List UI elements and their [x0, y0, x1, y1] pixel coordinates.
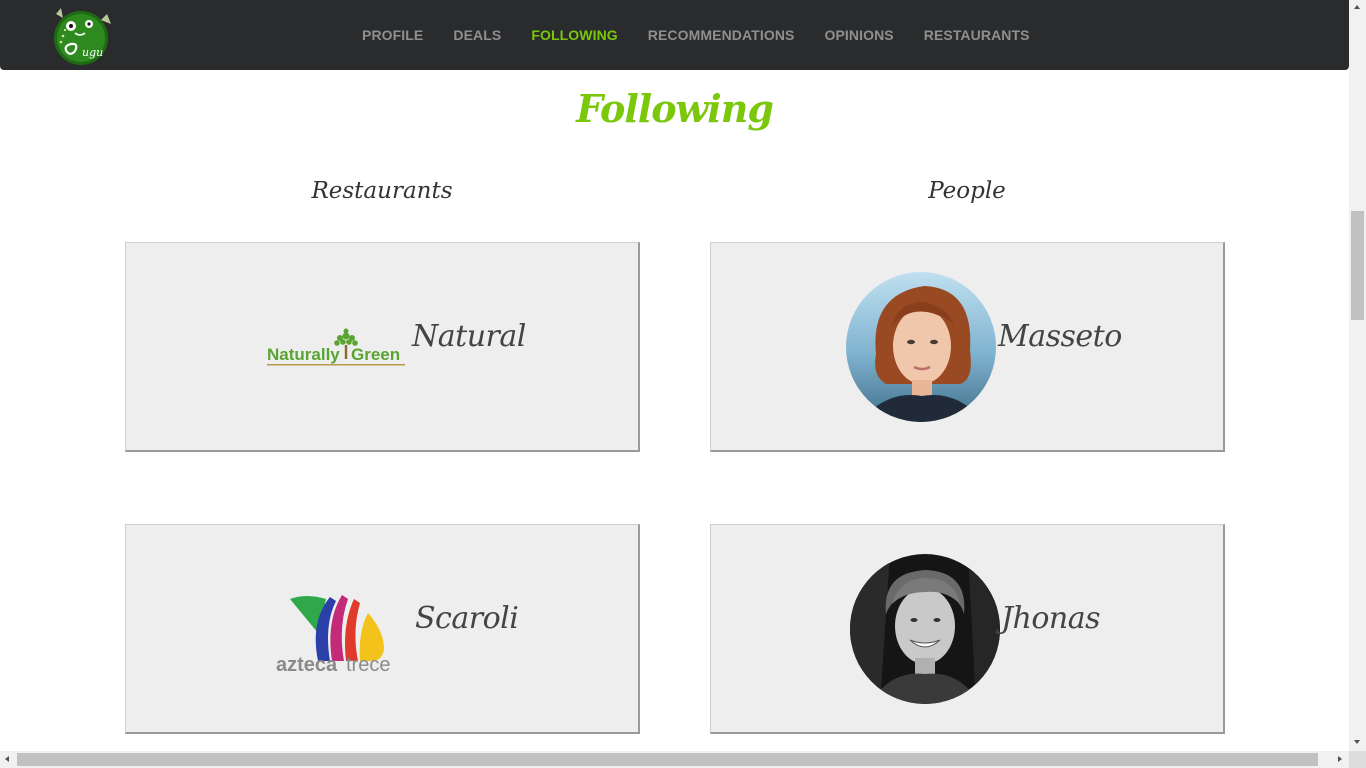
nav-deals[interactable]: DEALS	[438, 27, 516, 43]
azteca-trece-logo: azteca trece	[276, 595, 390, 676]
restaurant-card-natural[interactable]: Naturally Green Natural	[125, 242, 640, 452]
restaurant-name: Natural	[412, 319, 526, 354]
person-card-jhonas[interactable]: Jhonas	[710, 524, 1225, 734]
nav-restaurants[interactable]: RESTAURANTS	[909, 27, 1045, 43]
page-viewport: ugu PROFILE DEALS FOLLOWING RECOMMENDATI…	[0, 0, 1349, 751]
scroll-down-icon[interactable]	[1354, 740, 1360, 744]
naturally-green-logo: Naturally Green	[267, 328, 405, 366]
monster-mascot-logo[interactable]: ugu	[49, 6, 113, 66]
svg-text:Naturally: Naturally	[267, 345, 340, 364]
nav-opinions[interactable]: OPINIONS	[809, 27, 908, 43]
person-card-masseto[interactable]: Masseto	[710, 242, 1225, 452]
horizontal-scrollbar[interactable]	[0, 751, 1349, 768]
vertical-scroll-thumb[interactable]	[1351, 211, 1364, 320]
nav-following[interactable]: FOLLOWING	[516, 27, 632, 43]
restaurant-card-scaroli[interactable]: azteca trece Scaroli	[125, 524, 640, 734]
person-photo-avatar	[850, 554, 1000, 704]
svg-text:trece: trece	[346, 654, 390, 676]
scroll-left-icon[interactable]	[5, 756, 9, 762]
svg-text:azteca: azteca	[276, 654, 338, 676]
scroll-up-icon[interactable]	[1354, 5, 1360, 9]
vertical-scrollbar[interactable]	[1349, 0, 1366, 751]
horizontal-scroll-thumb[interactable]	[17, 753, 1318, 766]
restaurant-name: Scaroli	[415, 601, 519, 636]
scrollbar-corner	[1349, 751, 1366, 768]
page-title: Following	[576, 86, 774, 131]
person-name: Jhonas	[1001, 601, 1101, 636]
top-navbar: ugu PROFILE DEALS FOLLOWING RECOMMENDATI…	[0, 0, 1349, 70]
person-photo-avatar	[846, 272, 996, 422]
svg-text:ugu: ugu	[82, 46, 103, 59]
people-heading: People	[928, 178, 1006, 204]
nav-profile[interactable]: PROFILE	[347, 27, 438, 43]
nav-recommendations[interactable]: RECOMMENDATIONS	[633, 27, 810, 43]
scroll-right-icon[interactable]	[1338, 756, 1342, 762]
main-nav: PROFILE DEALS FOLLOWING RECOMMENDATIONS …	[347, 0, 1045, 70]
restaurants-heading: Restaurants	[311, 178, 453, 204]
svg-text:Green: Green	[351, 345, 400, 364]
person-name: Masseto	[998, 319, 1122, 354]
